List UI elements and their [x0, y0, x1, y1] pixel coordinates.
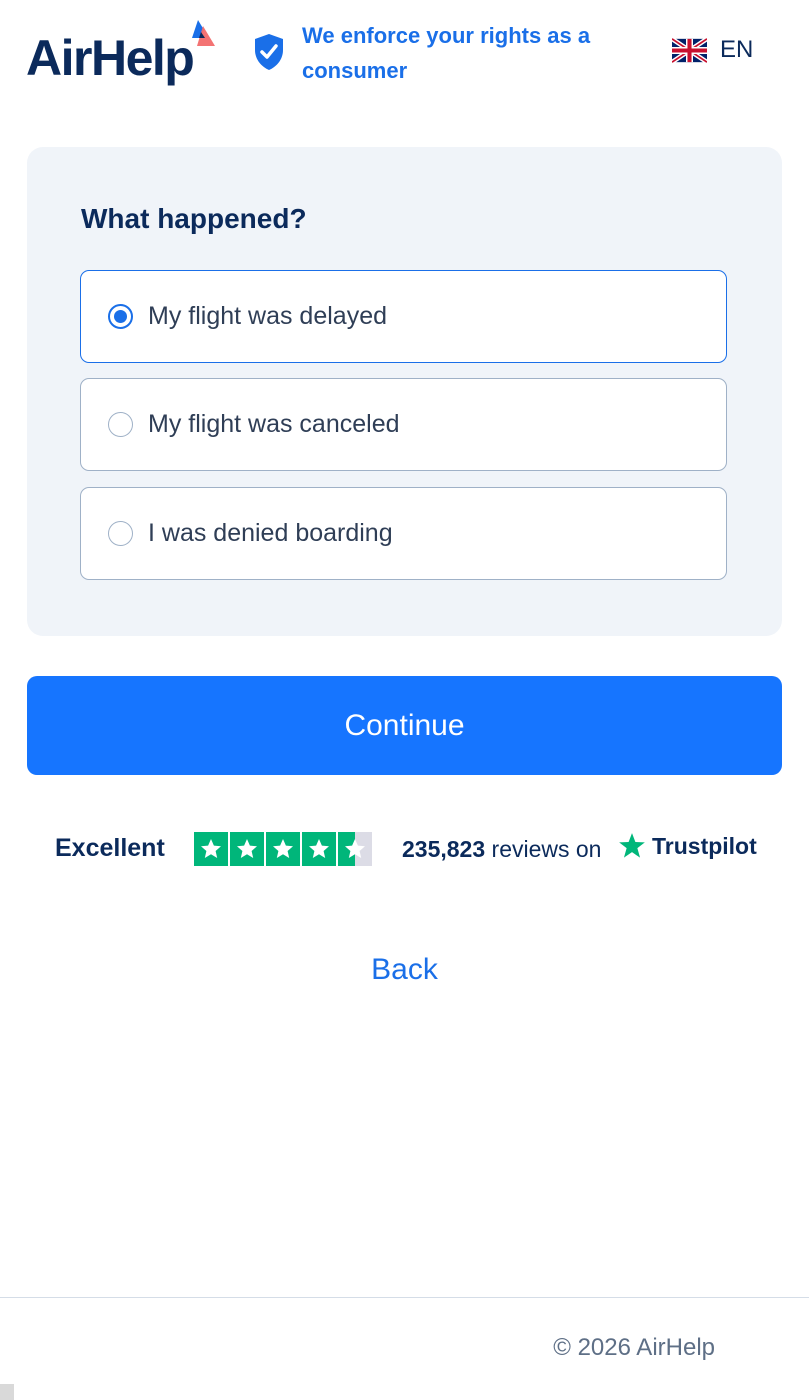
language-selector[interactable]: EN [672, 36, 753, 64]
airhelp-logo[interactable]: AirHelp [26, 20, 219, 88]
option-label: My flight was canceled [148, 410, 400, 438]
question-title: What happened? [81, 203, 307, 234]
continue-button[interactable]: Continue [27, 676, 782, 775]
trustpilot-star-icon [619, 833, 645, 858]
trustpilot-rating-text: Excellent [55, 834, 165, 862]
review-count: 235,823 [402, 836, 486, 862]
back-link[interactable]: Back [0, 953, 809, 987]
footer-divider [0, 1297, 809, 1298]
page-header: AirHelp We enforce your rights as a cons… [0, 0, 809, 110]
option-flight-canceled[interactable]: My flight was canceled [80, 378, 727, 471]
logo-text: AirHelp [26, 30, 195, 86]
star-icon [194, 832, 228, 866]
tagline-text: We enforce your rights as a consumer [302, 23, 591, 83]
half-star-icon [338, 832, 372, 866]
radio-button-selected[interactable] [108, 304, 133, 329]
star-icon [266, 832, 300, 866]
corner-marker [0, 1384, 14, 1400]
radio-button[interactable] [108, 521, 133, 546]
option-denied-boarding[interactable]: I was denied boarding [80, 487, 727, 580]
trustpilot-review-count: 235,823 reviews on [402, 836, 601, 863]
trustpilot-brand-name: Trustpilot [652, 832, 757, 859]
star-icon [302, 832, 336, 866]
trustpilot-stars [194, 832, 374, 866]
what-happened-card: What happened? My flight was delayed My … [27, 147, 782, 636]
uk-flag-icon [672, 37, 707, 63]
trustpilot-brand: Trustpilot [618, 832, 757, 860]
option-label: I was denied boarding [148, 519, 393, 547]
star-icon [230, 832, 264, 866]
reviews-on-text: reviews on [491, 836, 602, 862]
option-label: My flight was delayed [148, 302, 388, 330]
option-flight-delayed[interactable]: My flight was delayed [80, 270, 727, 363]
airhelp-logo-icon [192, 20, 216, 46]
radio-button[interactable] [108, 412, 133, 437]
consumer-rights-tagline: We enforce your rights as a consumer [252, 18, 612, 88]
language-code: EN [720, 36, 754, 63]
footer-copyright: © 2026 AirHelp [553, 1334, 715, 1361]
shield-check-icon [255, 34, 283, 70]
